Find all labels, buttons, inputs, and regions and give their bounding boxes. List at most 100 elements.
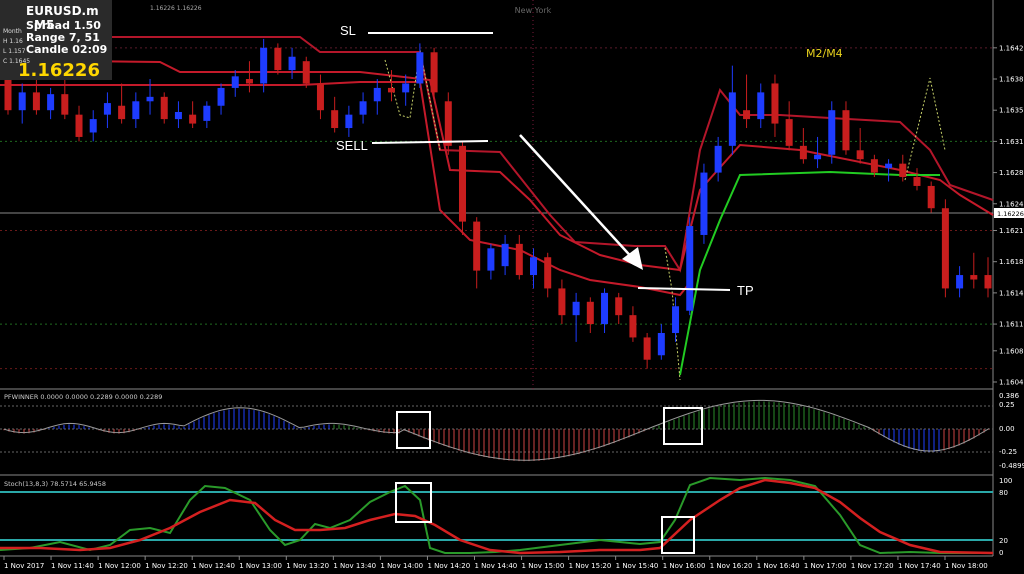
price-tick-label: 1.16350: [999, 107, 1024, 115]
candle-body: [473, 221, 481, 271]
pfwinner-tick-label: -0.25: [999, 448, 1017, 456]
candle-body: [274, 47, 282, 71]
time-tick-label: 1 Nov 12:00: [98, 562, 141, 570]
time-tick-label: 1 Nov 11:40: [51, 562, 94, 570]
session-label: New York: [515, 6, 552, 15]
candle-body: [828, 110, 836, 155]
candle-body: [814, 154, 822, 160]
price-tick-label: 1.16315: [999, 138, 1024, 146]
candle-body: [32, 92, 40, 111]
mini-line: Month: [3, 28, 22, 35]
candle-body: [558, 288, 566, 316]
sl-label: SL: [340, 23, 356, 38]
candle-body: [586, 301, 594, 325]
time-tick-label: 1 Nov 16:40: [757, 562, 800, 570]
price-tick-label: 1.16110: [999, 321, 1024, 329]
candle-body: [75, 114, 83, 137]
price-tick-label: 1.16080: [999, 347, 1024, 355]
candle-body: [430, 52, 438, 93]
candle-body: [572, 301, 580, 316]
time-tick-label: 1 Nov 17:00: [804, 562, 847, 570]
candle-body: [984, 275, 992, 289]
stoch-tick-label: 80: [999, 489, 1008, 497]
candle-body: [146, 96, 154, 102]
pfwinner-tick-label: 0.386: [999, 392, 1020, 400]
candle-body: [970, 275, 978, 280]
time-tick-label: 1 Nov 15:40: [616, 562, 659, 570]
time-tick-label: 1 Nov 13:40: [333, 562, 376, 570]
candle-body: [643, 337, 651, 360]
candle-body: [61, 94, 69, 115]
time-tick-label: 1 Nov 18:00: [945, 562, 988, 570]
candle-body: [530, 257, 538, 276]
time-tick-label: 1 Nov 15:20: [569, 562, 612, 570]
price-tick-label: 1.16215: [999, 227, 1024, 235]
stoch-tick-label: 20: [999, 537, 1008, 545]
candle-body: [785, 119, 793, 146]
candle-body: [515, 243, 523, 276]
time-tick-label: 1 Nov 14:20: [427, 562, 470, 570]
candle-body: [686, 226, 694, 311]
candle-body: [189, 114, 197, 124]
time-tick-label: 1 Nov 2017: [4, 562, 44, 570]
time-tick-label: 1 Nov 16:00: [663, 562, 706, 570]
indicator-label: M2/M4: [806, 47, 843, 60]
candle-body: [956, 275, 964, 289]
pfwinner-title: PFWINNER 0.0000 0.0000 0.2289 0.0000 0.2…: [4, 393, 162, 401]
candle-body: [601, 292, 609, 325]
candle-body: [47, 94, 55, 111]
info-panel: EURUSD.m M5 Spread 1.50 Range 7, 51 Cand…: [0, 0, 112, 81]
candle-body: [316, 83, 324, 111]
candle-body: [402, 83, 410, 93]
candle-body: [103, 103, 111, 115]
time-tick-label: 1 Nov 12:20: [145, 562, 188, 570]
candle-body: [771, 83, 779, 124]
candle-body: [387, 87, 395, 93]
candle-body: [799, 145, 807, 160]
candle-body: [373, 87, 381, 102]
mini-line: H 1.16: [3, 38, 23, 45]
candle-body: [927, 185, 935, 209]
candle-body: [359, 101, 367, 115]
candle-body: [743, 110, 751, 120]
chart-background: [0, 0, 1024, 574]
candle-body: [885, 163, 893, 169]
candle-body: [118, 105, 126, 120]
candle-body: [245, 79, 253, 84]
price-tick-label: 1.16420: [999, 44, 1024, 52]
stoch-tick-label: 100: [999, 477, 1012, 485]
candle-body: [174, 111, 182, 120]
candle-body: [672, 306, 680, 333]
candle-body: [728, 92, 736, 146]
candle-body: [714, 145, 722, 173]
candle-body: [89, 119, 97, 133]
candle-body: [757, 92, 765, 120]
current-price-tag: 1.16226: [997, 210, 1024, 218]
candle-body: [288, 56, 296, 71]
candle-body: [458, 145, 466, 222]
symbol-label: EURUSD.m: [26, 4, 99, 18]
candle-body: [870, 159, 878, 173]
candle-body: [842, 110, 850, 151]
time-tick-label: 1 Nov 17:20: [851, 562, 894, 570]
chart-window[interactable]: New York 1.16226 1.16226 SL SELL TP M2/M…: [0, 0, 1024, 574]
candle-body: [416, 52, 424, 84]
price-tick-label: 1.16180: [999, 258, 1024, 266]
candle-body: [700, 172, 708, 235]
candle-body: [544, 257, 552, 289]
price-tick-label: 1.16280: [999, 169, 1024, 177]
price-tick-label: 1.16245: [999, 200, 1024, 208]
tp-label: TP: [737, 283, 754, 298]
time-tick-label: 1 Nov 13:00: [239, 562, 282, 570]
price-tick-label: 1.16045: [999, 379, 1024, 387]
price-tick-label: 1.16145: [999, 289, 1024, 297]
candle-body: [487, 248, 495, 271]
candle-body: [18, 92, 26, 111]
sell-label: SELL: [336, 138, 368, 153]
time-tick-label: 1 Nov 13:20: [286, 562, 329, 570]
time-tick-label: 1 Nov 15:00: [522, 562, 565, 570]
candle-body: [501, 243, 509, 267]
time-tick-label: 1 Nov 17:40: [898, 562, 941, 570]
pfwinner-tick-label: 0.00: [999, 425, 1015, 433]
candle-body: [132, 101, 140, 120]
